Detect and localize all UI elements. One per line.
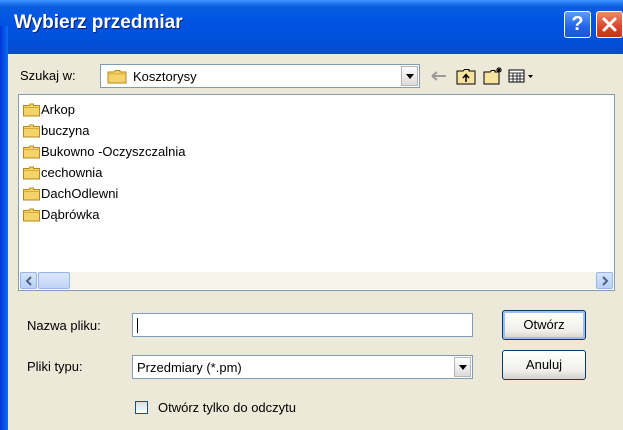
folder-icon xyxy=(23,124,40,138)
folder-icon xyxy=(107,70,127,84)
readonly-label: Otwórz tylko do odczytu xyxy=(158,400,296,415)
scroll-thumb[interactable] xyxy=(38,272,70,289)
file-name: Arkop xyxy=(41,102,75,117)
close-button[interactable] xyxy=(596,11,623,38)
chevron-down-icon[interactable] xyxy=(401,66,418,86)
close-icon xyxy=(602,17,617,32)
help-icon: ? xyxy=(571,13,584,35)
folder-icon xyxy=(23,166,40,180)
scroll-left-button[interactable] xyxy=(20,272,37,289)
chevron-left-icon xyxy=(25,276,32,286)
new-folder-icon[interactable] xyxy=(482,66,504,86)
filetype-value: Przedmiary (*.pm) xyxy=(137,360,242,375)
chevron-right-icon xyxy=(602,276,609,286)
up-folder-icon[interactable] xyxy=(455,66,477,86)
file-list[interactable]: Arkop buczyna Bukowno -Oczyszczalnia cec… xyxy=(18,94,615,291)
chevron-down-icon[interactable] xyxy=(454,357,471,377)
file-name: buczyna xyxy=(41,123,90,138)
open-file-dialog: Wybierz przedmiar ? Szukaj w: Kosztorysy xyxy=(0,0,623,430)
help-button[interactable]: ? xyxy=(564,11,591,38)
open-button[interactable]: Otwórz xyxy=(502,310,586,340)
scroll-right-button[interactable] xyxy=(596,272,613,289)
readonly-checkbox[interactable] xyxy=(135,401,148,414)
filename-label: Nazwa pliku: xyxy=(27,318,101,333)
text-cursor xyxy=(137,318,138,333)
file-name: Bukowno -Oczyszczalnia xyxy=(41,144,186,159)
lookin-combo[interactable]: Kosztorysy xyxy=(100,64,420,88)
filetype-combo[interactable]: Przedmiary (*.pm) xyxy=(132,355,473,379)
filetype-label: Pliki typu: xyxy=(27,359,83,374)
folder-icon xyxy=(23,208,40,222)
lookin-label: Szukaj w: xyxy=(20,68,76,83)
filename-field[interactable] xyxy=(132,313,473,337)
cancel-button[interactable]: Anuluj xyxy=(502,350,586,380)
back-arrow-icon[interactable] xyxy=(428,66,450,86)
title-bar: Wybierz przedmiar ? xyxy=(0,0,623,54)
window-border xyxy=(0,26,8,430)
dialog-title: Wybierz przedmiar xyxy=(14,12,183,33)
file-name: cechownia xyxy=(41,165,103,180)
file-name: Dąbrówka xyxy=(41,207,100,222)
folder-icon xyxy=(23,187,40,201)
folder-icon xyxy=(23,103,40,117)
lookin-value: Kosztorysy xyxy=(133,69,197,84)
horizontal-scrollbar[interactable] xyxy=(20,272,613,289)
folder-icon xyxy=(23,145,40,159)
dialog-body: Szukaj w: Kosztorysy Arkop buczyna Bukow… xyxy=(8,54,623,430)
views-menu-icon[interactable] xyxy=(507,66,537,86)
file-name: DachOdlewni xyxy=(41,186,119,201)
